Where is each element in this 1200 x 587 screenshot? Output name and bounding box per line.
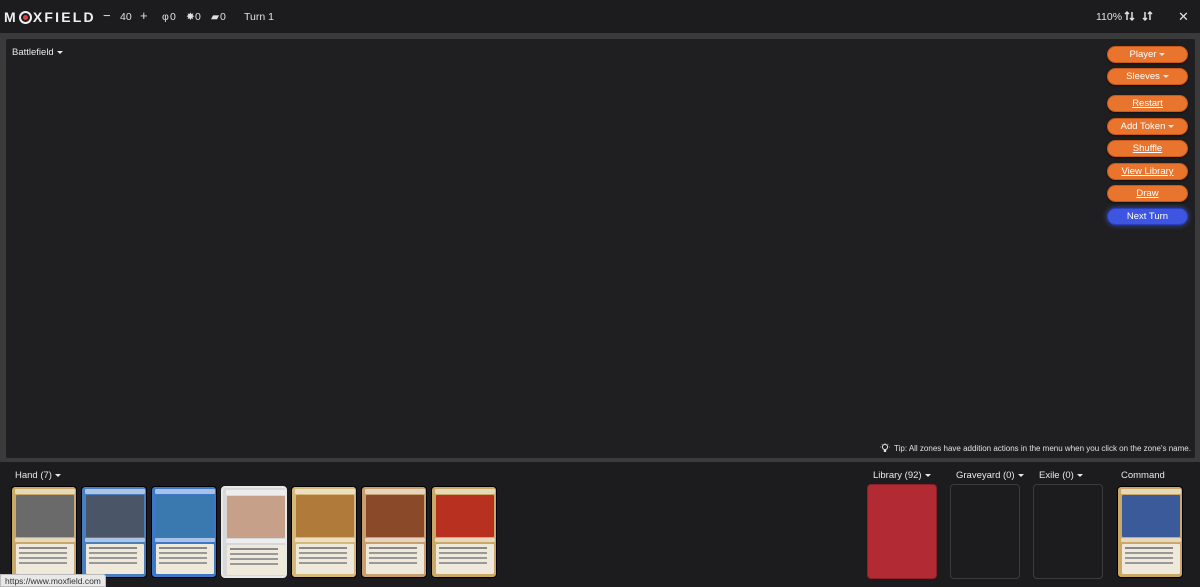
battlefield-zone[interactable] xyxy=(6,39,1195,458)
card-text xyxy=(296,544,354,574)
moxfield-logo[interactable]: M XFIELD xyxy=(4,9,96,25)
draw-button-label: Draw xyxy=(1136,188,1159,199)
hand-card[interactable] xyxy=(431,486,497,578)
graveyard-pile[interactable] xyxy=(950,484,1020,579)
card-text xyxy=(436,544,494,574)
next-turn-button-label: Next Turn xyxy=(1126,211,1169,222)
tip-message: Tip: All zones have addition actions in … xyxy=(880,443,1191,453)
card-text xyxy=(86,544,144,574)
energy-counter[interactable]: ✸0 xyxy=(186,11,201,23)
experience-counter[interactable]: ▰0 xyxy=(211,11,226,23)
player-button[interactable]: Player xyxy=(1107,46,1188,63)
logo-letter: M xyxy=(4,9,18,25)
card-art xyxy=(436,495,494,537)
zoom-level[interactable]: 110% xyxy=(1096,11,1122,23)
hand-card[interactable] xyxy=(151,486,217,578)
library-label[interactable]: Library (92) xyxy=(873,470,931,481)
card-title xyxy=(365,489,425,494)
lightbulb-icon xyxy=(880,443,890,452)
battlefield-label-text: Battlefield xyxy=(12,47,54,58)
energy-icon: ✸ xyxy=(186,11,195,23)
hand-label[interactable]: Hand (7) xyxy=(15,470,61,481)
card-art xyxy=(156,495,214,537)
hand-card[interactable] xyxy=(81,486,147,578)
draw-button[interactable]: Draw xyxy=(1107,185,1188,202)
sleeves-button[interactable]: Sleeves xyxy=(1107,68,1188,85)
commander-card[interactable] xyxy=(1117,486,1183,578)
sleeves-button-label: Sleeves xyxy=(1126,71,1160,82)
library-label-text: Library (92) xyxy=(873,470,922,481)
poison-counter[interactable]: φ0 xyxy=(162,11,176,23)
player-button-label: Player xyxy=(1129,49,1157,60)
logo-rest: XFIELD xyxy=(32,9,96,25)
card-title xyxy=(226,490,285,495)
graveyard-label[interactable]: Graveyard (0) xyxy=(956,470,1024,481)
browser-status-url: https://www.moxfield.com xyxy=(0,574,106,587)
restart-button-label: Restart xyxy=(1132,98,1163,109)
zoom-in-icon[interactable] xyxy=(1124,10,1136,22)
card-type xyxy=(155,538,215,542)
tip-text: Tip: All zones have addition actions in … xyxy=(894,443,1191,453)
card-type xyxy=(365,538,425,542)
hand-card[interactable] xyxy=(291,486,357,578)
card-art xyxy=(1122,495,1180,537)
card-art xyxy=(227,496,285,538)
command-label[interactable]: Command xyxy=(1121,470,1165,481)
card-art xyxy=(86,495,144,537)
add-token-button-label: Add Token xyxy=(1120,121,1166,132)
card-type xyxy=(85,538,145,542)
restart-button[interactable]: Restart xyxy=(1107,95,1188,112)
card-type xyxy=(15,538,75,542)
add-token-button[interactable]: Add Token xyxy=(1107,118,1188,135)
command-label-text: Command xyxy=(1121,470,1165,481)
card-text xyxy=(366,544,424,574)
close-icon[interactable]: ✕ xyxy=(1178,9,1189,25)
library-pile[interactable] xyxy=(867,484,937,579)
card-type xyxy=(295,538,355,542)
card-type xyxy=(226,539,285,543)
card-title xyxy=(155,489,215,494)
logo-o-icon xyxy=(18,10,32,24)
card-title xyxy=(295,489,355,494)
card-text xyxy=(227,545,285,575)
poison-count: 0 xyxy=(170,11,176,23)
exile-pile[interactable] xyxy=(1033,484,1103,579)
shuffle-button[interactable]: Shuffle xyxy=(1107,140,1188,157)
card-title xyxy=(435,489,495,494)
graveyard-label-text: Graveyard (0) xyxy=(956,470,1015,481)
experience-icon: ▰ xyxy=(211,11,220,23)
next-turn-button[interactable]: Next Turn xyxy=(1107,208,1188,225)
card-title xyxy=(85,489,145,494)
hand-card[interactable] xyxy=(221,486,287,578)
card-type xyxy=(435,538,495,542)
card-text-box xyxy=(1122,544,1180,574)
card-title-bar xyxy=(1121,489,1181,494)
life-increase-button[interactable]: + xyxy=(140,8,148,23)
life-total: 40 xyxy=(120,11,132,23)
turn-indicator: Turn 1 xyxy=(244,11,274,23)
experience-count: 0 xyxy=(220,11,226,23)
card-art xyxy=(366,495,424,537)
hand-label-text: Hand (7) xyxy=(15,470,52,481)
exile-label[interactable]: Exile (0) xyxy=(1039,470,1083,481)
life-decrease-button[interactable]: − xyxy=(103,8,111,23)
poison-icon: φ xyxy=(162,11,169,23)
card-type-bar xyxy=(1121,538,1181,542)
zoom-out-icon[interactable] xyxy=(1142,10,1154,22)
battlefield-label[interactable]: Battlefield xyxy=(12,47,63,58)
top-bar: M XFIELD − 40 + φ0 ✸0 ▰0 Turn 1 110% ✕ xyxy=(0,0,1200,33)
energy-count: 0 xyxy=(195,11,201,23)
shuffle-button-label: Shuffle xyxy=(1132,143,1163,154)
hand-card[interactable] xyxy=(361,486,427,578)
hand-card[interactable] xyxy=(11,486,77,578)
card-title xyxy=(15,489,75,494)
card-text xyxy=(156,544,214,574)
card-art xyxy=(296,495,354,537)
card-art xyxy=(16,495,74,537)
card-text xyxy=(16,544,74,574)
exile-label-text: Exile (0) xyxy=(1039,470,1074,481)
view-library-button-label: View Library xyxy=(1121,166,1174,177)
view-library-button[interactable]: View Library xyxy=(1107,163,1188,180)
